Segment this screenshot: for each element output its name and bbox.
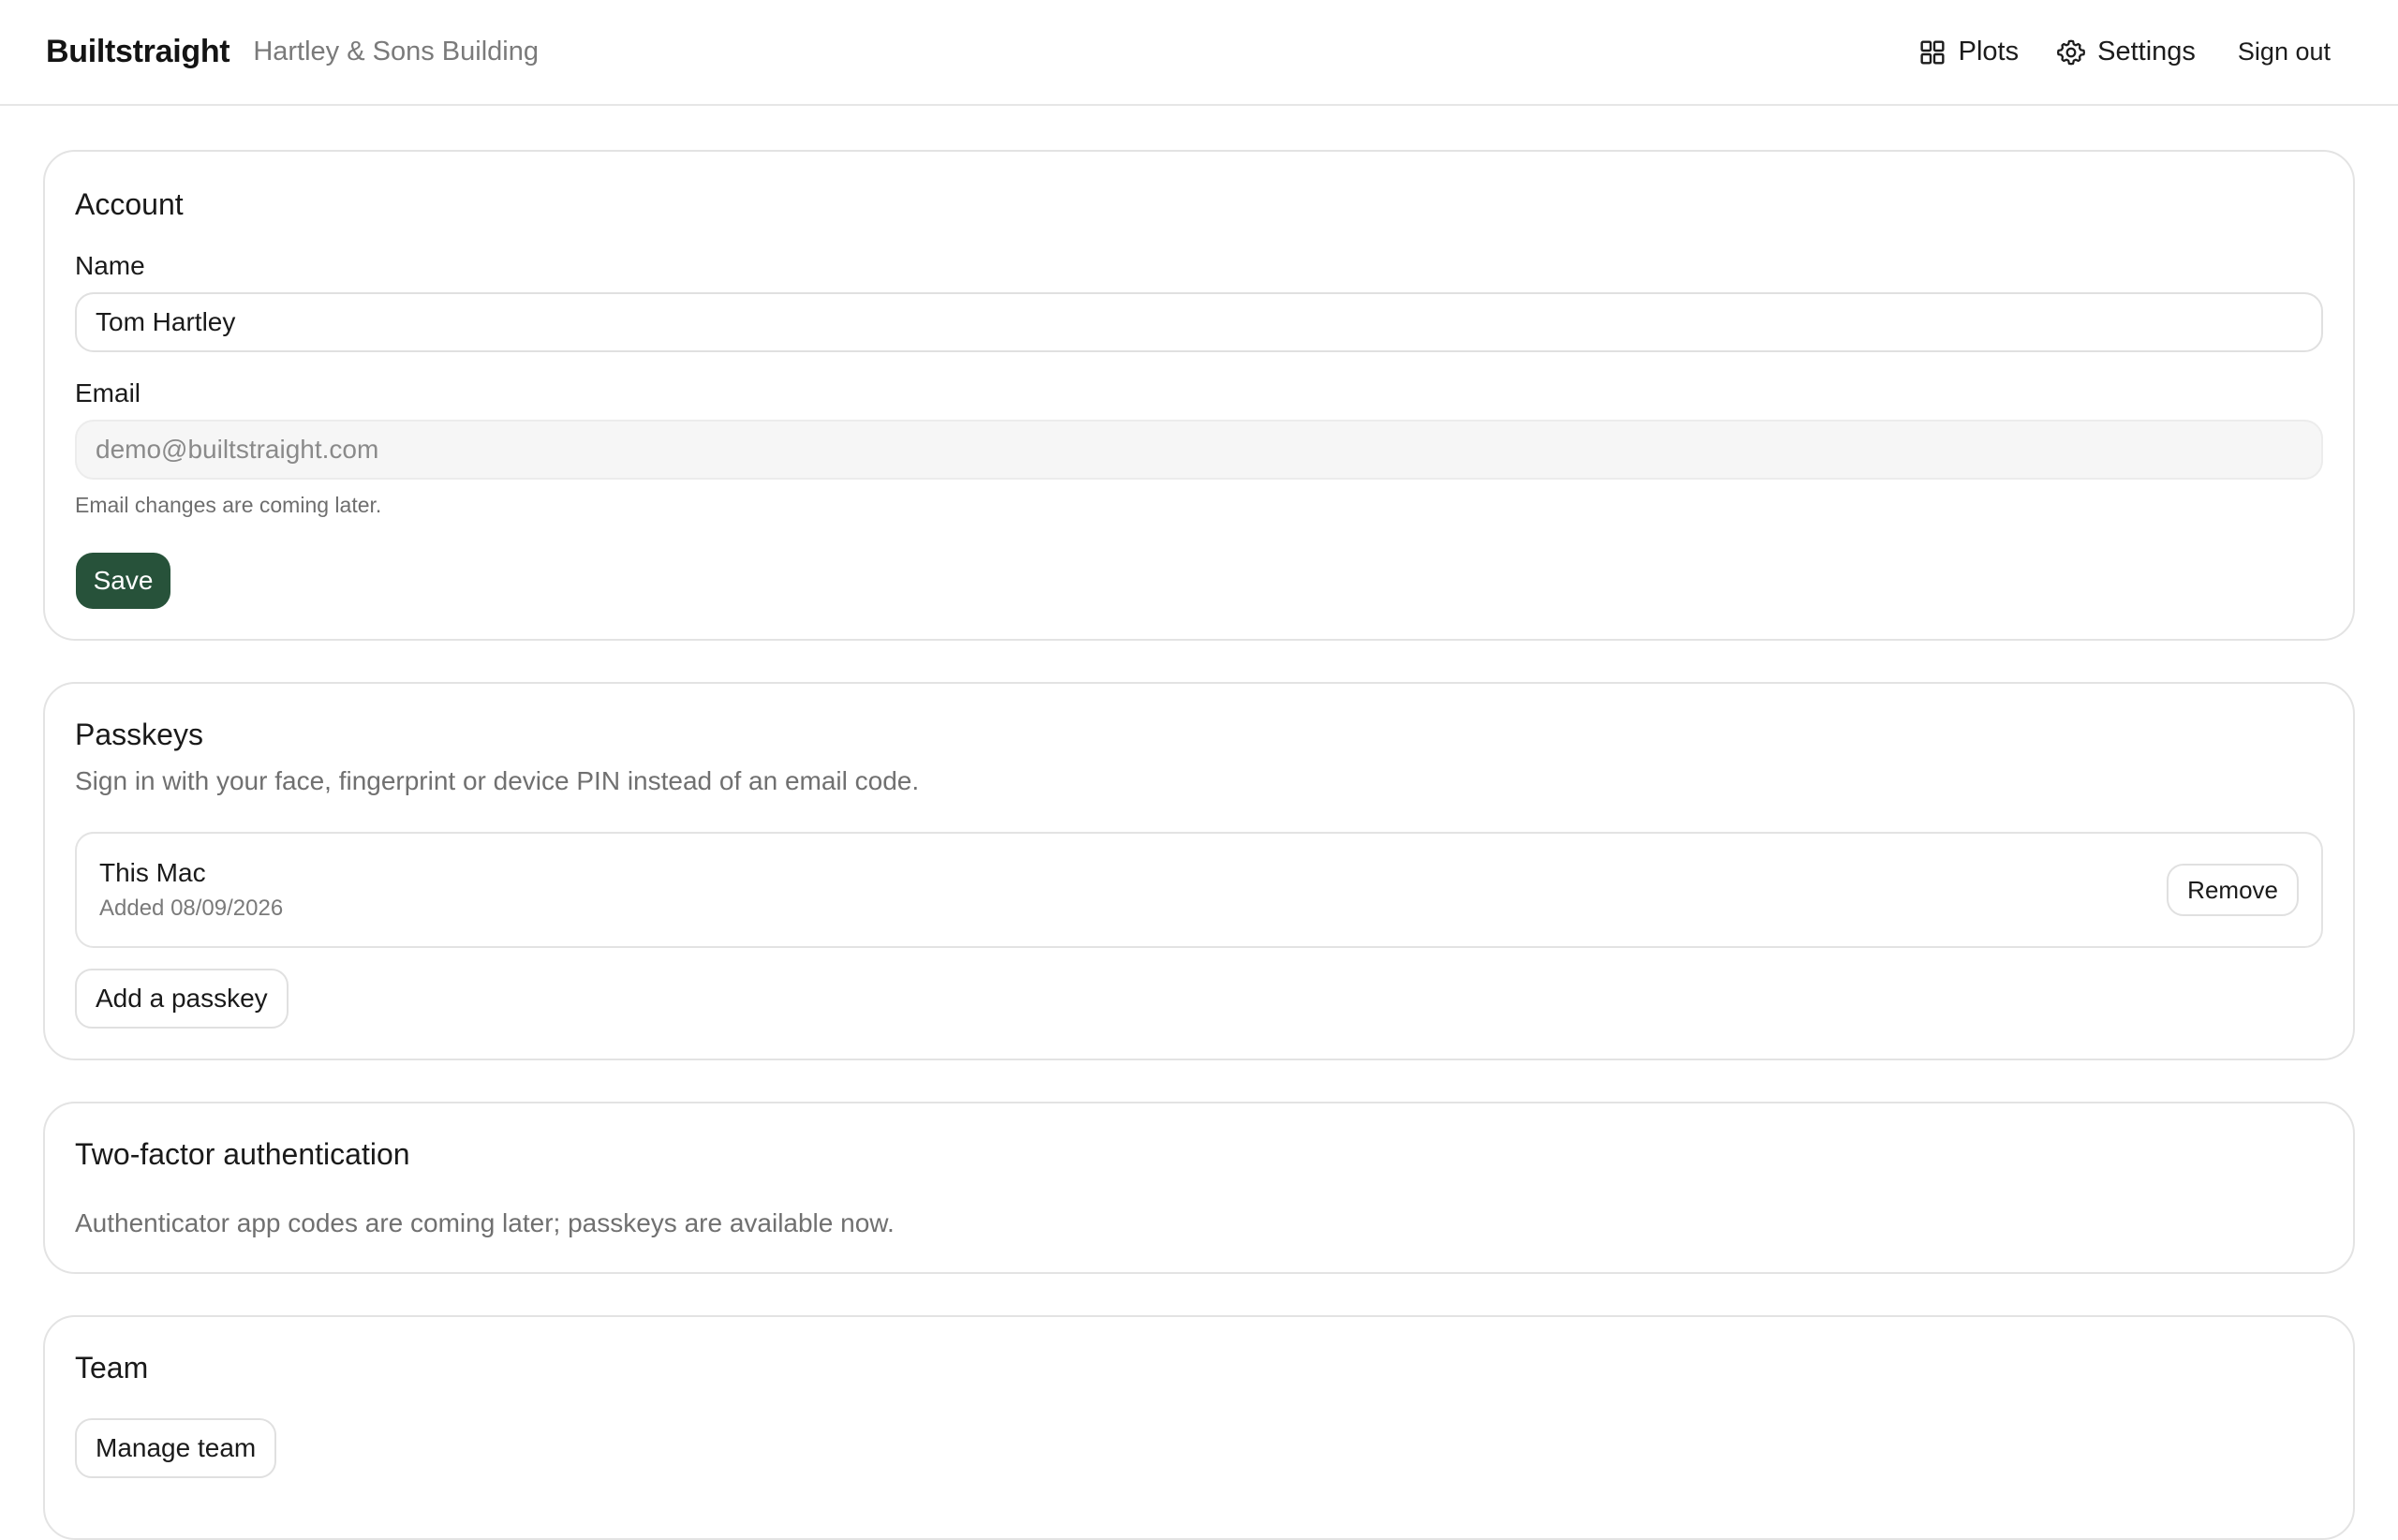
save-button[interactable]: Save: [76, 553, 170, 609]
remove-passkey-button[interactable]: Remove: [2167, 864, 2299, 916]
account-title: Account: [75, 187, 184, 221]
nav-plots-label: Plots: [1958, 37, 2020, 67]
passkey-list-item: This Mac Added 08/09/2026 Remove: [75, 832, 2323, 948]
add-passkey-button[interactable]: Add a passkey: [75, 969, 289, 1029]
nav-plots-link[interactable]: Plots: [1917, 37, 2019, 67]
name-input[interactable]: [75, 292, 2323, 352]
top-nav: Plots Settings Sign out: [1917, 37, 2352, 67]
brand-logo[interactable]: Builtstraight: [46, 34, 230, 70]
team-card: Team Manage team: [43, 1315, 2355, 1540]
two-factor-card: Two-factor authentication Authenticator …: [43, 1102, 2355, 1274]
manage-team-button[interactable]: Manage team: [75, 1418, 277, 1478]
email-label: Email: [75, 378, 141, 407]
nav-settings-link[interactable]: Settings: [2056, 37, 2196, 67]
gear-icon: [2057, 39, 2086, 65]
email-help-text: Email changes are coming later.: [75, 493, 382, 517]
sign-out-link[interactable]: Sign out: [2238, 37, 2331, 67]
two-factor-title: Two-factor authentication: [75, 1137, 410, 1171]
passkeys-card: Passkeys Sign in with your face, fingerp…: [43, 682, 2355, 1060]
team-title: Team: [75, 1351, 149, 1385]
grid-icon: [1920, 39, 1945, 65]
two-factor-description: Authenticator app codes are coming later…: [75, 1208, 895, 1237]
passkey-name: This Mac: [99, 858, 206, 887]
account-card: Account Name Email Email changes are com…: [43, 150, 2355, 641]
organization-name: Hartley & Sons Building: [253, 37, 539, 67]
email-input: [75, 420, 2323, 480]
passkeys-title: Passkeys: [75, 718, 203, 751]
name-label: Name: [75, 251, 145, 280]
nav-settings-label: Settings: [2097, 37, 2196, 67]
top-bar: Builtstraight Hartley & Sons Building Pl…: [0, 0, 2398, 106]
passkeys-description: Sign in with your face, fingerprint or d…: [75, 766, 920, 795]
passkey-added-date: Added 08/09/2026: [99, 896, 284, 921]
